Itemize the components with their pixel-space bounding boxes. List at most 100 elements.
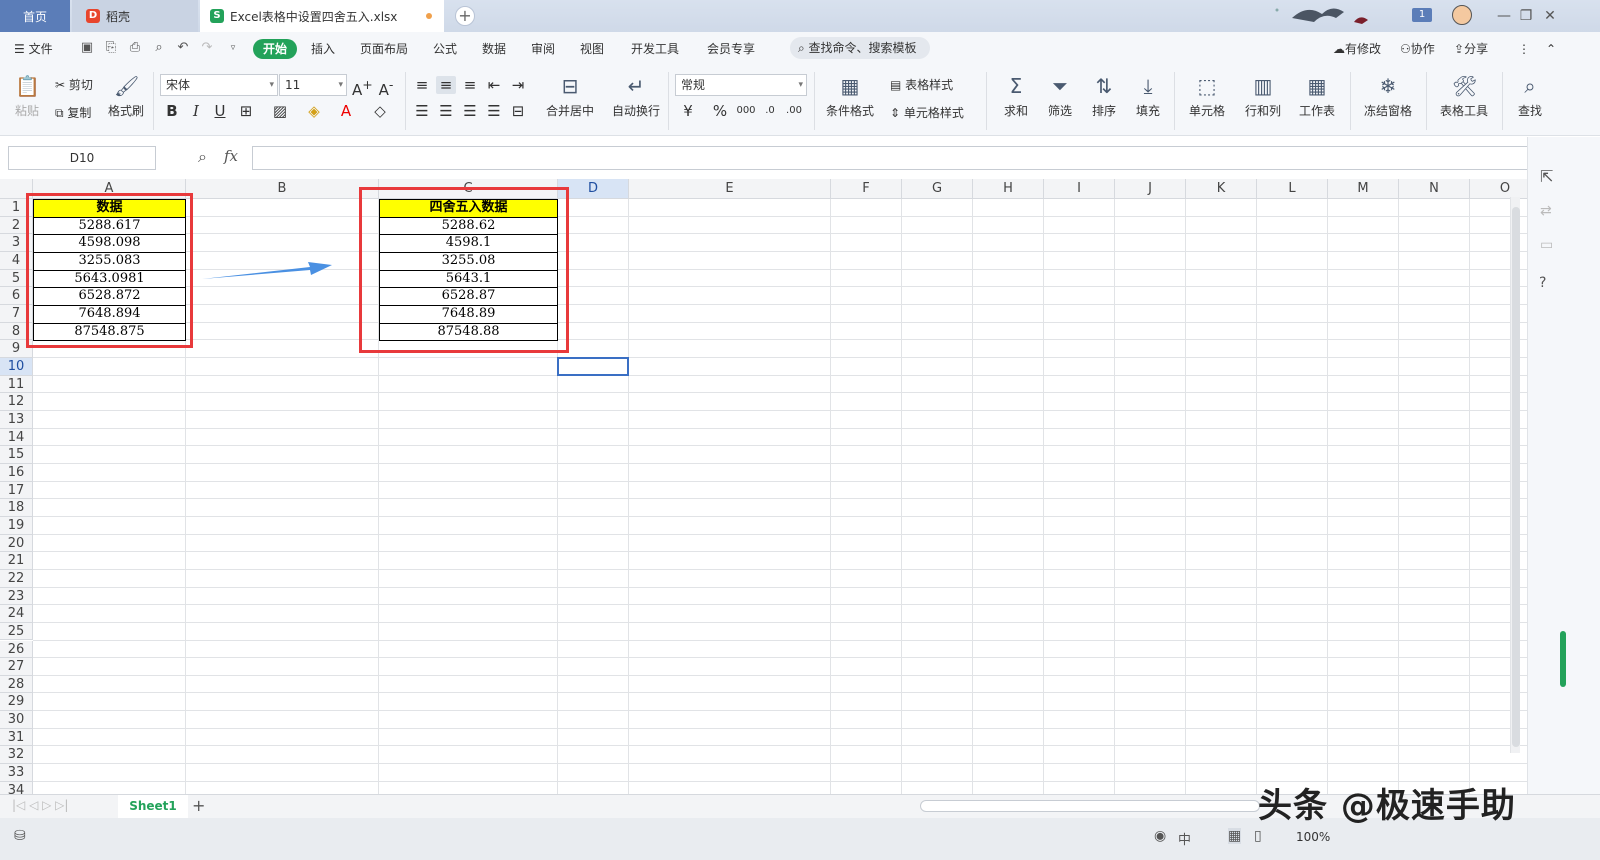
- avatar[interactable]: [1452, 5, 1472, 25]
- cut-button[interactable]: ✂ 剪切: [55, 76, 93, 93]
- border-icon[interactable]: ⊞: [236, 102, 256, 120]
- menu-tab-developer[interactable]: 开发工具: [631, 39, 679, 59]
- align-top-icon[interactable]: ≡: [412, 76, 432, 94]
- column-header-f[interactable]: F: [831, 179, 902, 199]
- row-header-17[interactable]: 17: [0, 481, 33, 500]
- freeze-panes-button[interactable]: ❄ 冻结窗格: [1358, 74, 1418, 119]
- menu-tab-formulas[interactable]: 公式: [433, 39, 457, 59]
- has-changes-button[interactable]: ☁有修改: [1333, 39, 1381, 59]
- row-header-25[interactable]: 25: [0, 622, 33, 641]
- sum-button[interactable]: Σ 求和: [998, 74, 1034, 119]
- horizontal-scrollbar[interactable]: [920, 800, 1260, 812]
- fill-button[interactable]: ⤓ 填充: [1130, 74, 1166, 119]
- row-header-20[interactable]: 20: [0, 534, 33, 553]
- undo-icon[interactable]: ↶: [176, 41, 190, 55]
- row-header-33[interactable]: 33: [0, 764, 33, 782]
- row-header-13[interactable]: 13: [0, 410, 33, 429]
- copy-button[interactable]: ⧉ 复制: [55, 104, 91, 121]
- decrease-indent-icon[interactable]: ⇤: [484, 76, 504, 94]
- vertical-scrollbar[interactable]: [1510, 197, 1520, 753]
- column-header-e[interactable]: E: [629, 179, 831, 199]
- row-header-27[interactable]: 27: [0, 658, 33, 676]
- row-header-29[interactable]: 29: [0, 693, 33, 712]
- command-search-input[interactable]: ⌕ 查找命令、搜索模板: [790, 37, 930, 59]
- row-header-31[interactable]: 31: [0, 728, 33, 747]
- column-header-h[interactable]: H: [973, 179, 1044, 199]
- redo-icon[interactable]: ↷: [200, 41, 214, 55]
- menu-tab-start[interactable]: 开始: [253, 39, 298, 59]
- row-header-14[interactable]: 14: [0, 428, 33, 447]
- filter-button[interactable]: ⏷ 筛选: [1042, 74, 1078, 119]
- cell-button[interactable]: ⬚ 单元格: [1184, 74, 1230, 119]
- align-left-icon[interactable]: ☰: [412, 102, 432, 120]
- sheet-nav-first-icon[interactable]: |◁ ◁ ▷ ▷|: [12, 798, 68, 812]
- fill-color-icon[interactable]: ◈: [304, 102, 324, 120]
- row-header-32[interactable]: 32: [0, 746, 33, 765]
- row-header-11[interactable]: 11: [0, 375, 33, 394]
- row-header-15[interactable]: 15: [0, 446, 33, 464]
- row-col-button[interactable]: ▥ 行和列: [1240, 74, 1286, 119]
- menu-tab-page-layout[interactable]: 页面布局: [360, 39, 408, 59]
- decrease-decimal-icon[interactable]: .00: [784, 102, 804, 120]
- row-header-22[interactable]: 22: [0, 569, 33, 588]
- collaborate-button[interactable]: ⚇协作: [1400, 39, 1435, 59]
- formula-input[interactable]: [252, 146, 1528, 170]
- eye-protection-icon[interactable]: ◉: [1154, 828, 1166, 844]
- print-preview-icon[interactable]: ⌕: [152, 41, 166, 55]
- fx-icon[interactable]: fx: [224, 147, 238, 165]
- row-header-18[interactable]: 18: [0, 499, 33, 517]
- new-tab-button[interactable]: +: [455, 6, 475, 26]
- align-bottom-icon[interactable]: ≡: [460, 76, 480, 94]
- collapse-ribbon-icon[interactable]: ⌃: [1546, 39, 1556, 59]
- spreadsheet-grid[interactable]: A B C D E F G H I J K L M N O 1 2 3 4 5 6 7 8 9 10 11 12 13 14 15 16 17…: [0, 179, 1538, 809]
- table-style-button[interactable]: ▤ 表格样式: [890, 76, 953, 93]
- align-right-icon[interactable]: ☰: [460, 102, 480, 120]
- conditional-format-button[interactable]: ▦ 条件格式: [820, 74, 880, 119]
- help-icon[interactable]: ?: [1539, 275, 1546, 291]
- find-button[interactable]: ⌕ 查找: [1510, 74, 1550, 119]
- row-header-23[interactable]: 23: [0, 587, 33, 606]
- row-header-16[interactable]: 16: [0, 463, 33, 482]
- worksheet-button[interactable]: ▦ 工作表: [1294, 74, 1340, 119]
- column-header-j[interactable]: J: [1115, 179, 1186, 199]
- paste-button[interactable]: 📋 粘贴: [10, 74, 44, 119]
- name-box[interactable]: D10: [8, 146, 156, 170]
- merge-center-button[interactable]: ⊟ 合并居中: [540, 74, 600, 119]
- font-name-select[interactable]: 宋体 ▾: [160, 74, 278, 96]
- cell-style-icon[interactable]: ▨: [270, 102, 290, 120]
- decrease-font-icon[interactable]: A-: [376, 76, 396, 99]
- column-header-g[interactable]: G: [902, 179, 973, 199]
- more-options-icon[interactable]: ⋮: [1518, 39, 1530, 59]
- menu-tab-review[interactable]: 审阅: [531, 39, 555, 59]
- export-icon[interactable]: ⎘: [104, 41, 118, 55]
- menu-tab-view[interactable]: 视图: [580, 39, 604, 59]
- increase-indent-icon[interactable]: ⇥: [508, 76, 528, 94]
- page-view-icon[interactable]: ▯: [1254, 828, 1262, 844]
- align-center-icon[interactable]: ☰: [436, 102, 456, 120]
- normal-view-icon[interactable]: ▦: [1228, 828, 1242, 844]
- table-tools-button[interactable]: 🛠 表格工具: [1434, 74, 1494, 119]
- distributed-icon[interactable]: ⊟: [508, 102, 528, 120]
- format-painter-button[interactable]: 🖌 格式刷: [106, 74, 146, 119]
- row-header-30[interactable]: 30: [0, 711, 33, 729]
- select-pointer-icon[interactable]: ⇱: [1540, 167, 1553, 186]
- file-menu[interactable]: ☰ 文件: [14, 39, 53, 59]
- print-icon[interactable]: ⎙: [128, 41, 142, 55]
- vertical-scroll-thumb[interactable]: [1512, 207, 1520, 747]
- sort-button[interactable]: ⇅ 排序: [1086, 74, 1122, 119]
- minimize-icon[interactable]: —: [1494, 6, 1514, 26]
- sheet-tab-sheet1[interactable]: Sheet1: [118, 795, 188, 818]
- save-icon[interactable]: ▣: [80, 41, 94, 55]
- active-cell-d10[interactable]: [557, 356, 629, 376]
- underline-icon[interactable]: U: [210, 102, 230, 120]
- style-panel-icon[interactable]: ⇄: [1540, 203, 1552, 219]
- align-middle-icon[interactable]: ≡: [436, 76, 456, 94]
- row-header-21[interactable]: 21: [0, 552, 33, 570]
- tab-docer[interactable]: D 稻壳: [72, 0, 198, 32]
- increase-font-icon[interactable]: A+: [352, 76, 373, 99]
- currency-icon[interactable]: ¥: [678, 102, 698, 120]
- column-header-k[interactable]: K: [1186, 179, 1257, 199]
- justify-icon[interactable]: ☰: [484, 102, 504, 120]
- bold-icon[interactable]: B: [162, 102, 182, 120]
- font-size-select[interactable]: 11 ▾: [279, 74, 347, 96]
